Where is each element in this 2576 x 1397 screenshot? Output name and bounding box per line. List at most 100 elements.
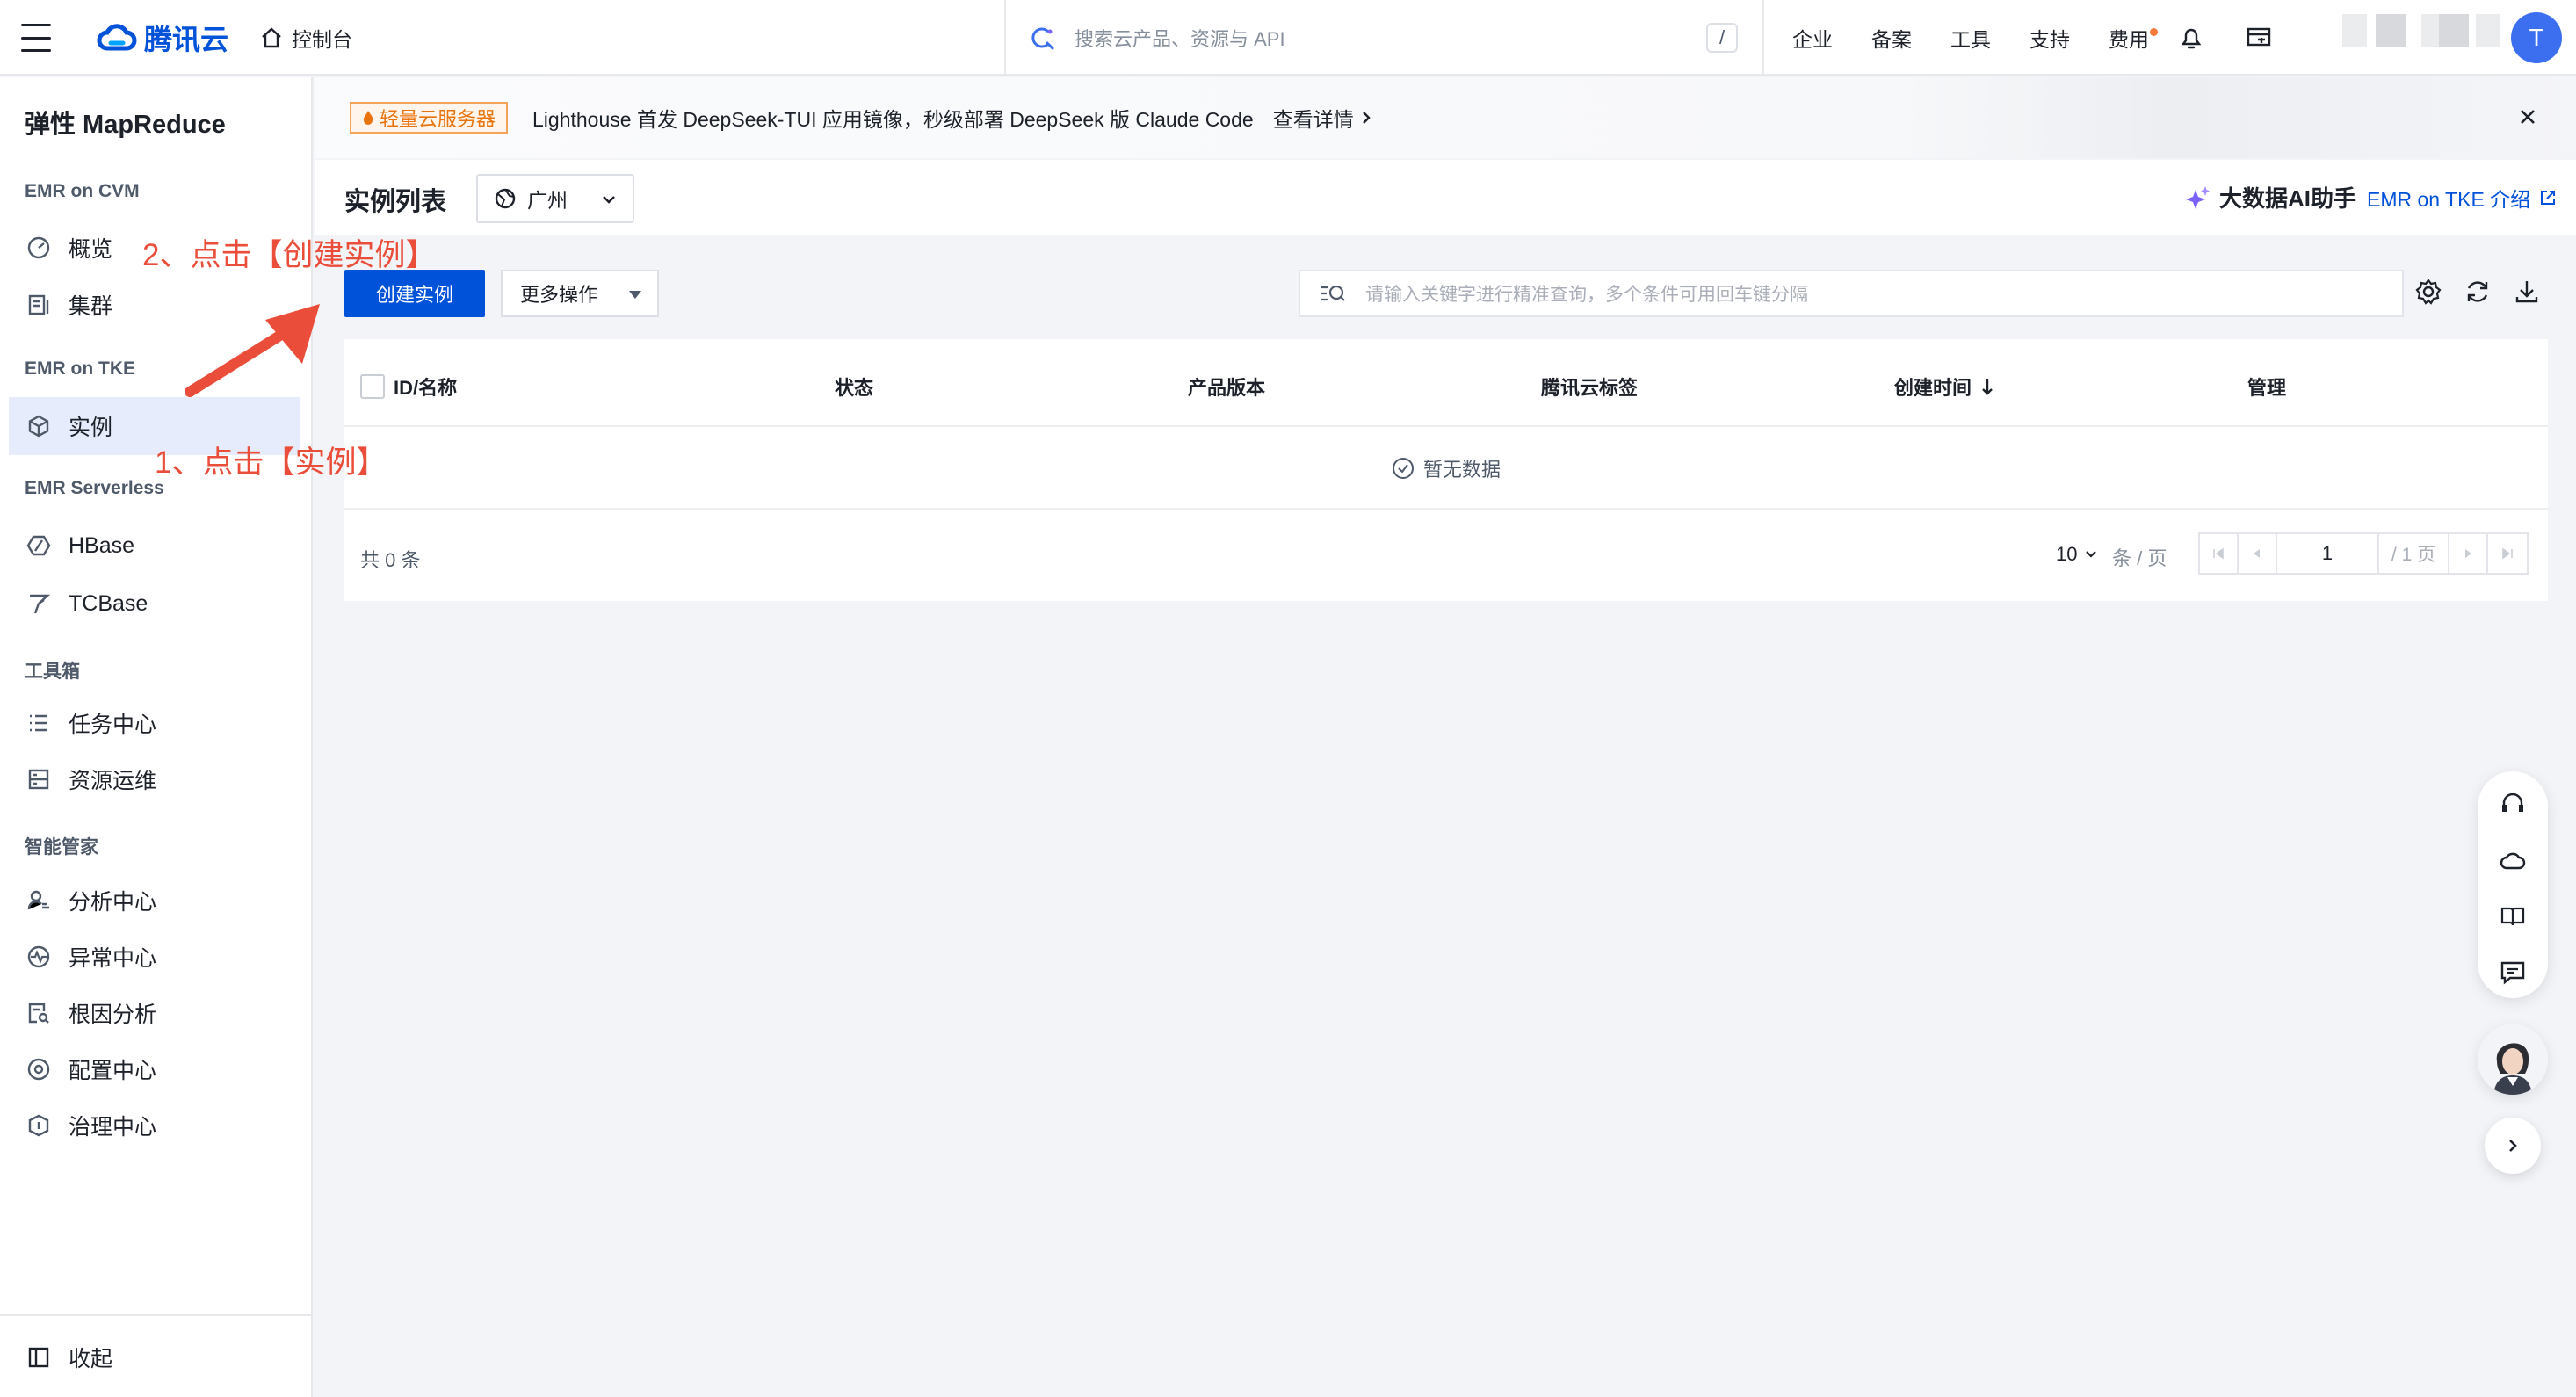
sidebar-item-label: 概览 [69,237,113,262]
promo-badge[interactable]: 轻量云服务器 [350,102,509,134]
sidebar-item-resource-ops[interactable]: 资源运维 [9,750,300,808]
select-all-checkbox[interactable] [360,374,385,399]
group-emr-serverless: EMR Serverless [25,478,164,498]
tke-intro-label: EMR on TKE 介绍 [2367,188,2531,211]
next-page-button[interactable] [2449,534,2488,573]
dashboard-icon [25,234,53,262]
server-icon [25,765,53,793]
sidebar-item-task-center[interactable]: 任务中心 [9,694,300,752]
expand-panel-button[interactable] [2485,1118,2541,1174]
check-circle-icon [1392,458,1414,479]
promo-details-link[interactable]: 查看详情 [1273,103,1371,133]
sidebar-item-hbase[interactable]: HBase [9,517,300,575]
sidebar-item-label: 任务中心 [69,713,157,737]
page-number-input[interactable]: 1 [2277,534,2379,573]
gear-icon[interactable] [2414,278,2442,306]
collapse-label: 收起 [69,1347,113,1372]
list-icon [25,709,53,737]
assistant-portrait-icon [2478,1024,2548,1095]
total-count: 共 0 条 [360,549,421,571]
page-size-select[interactable]: 10 [2056,543,2098,566]
ai-assistant-link[interactable]: 大数据AI助手 [2184,181,2356,214]
sidebar-item-governance[interactable]: 治理中心 [9,1097,300,1155]
last-page-icon [2502,547,2513,560]
top-nav-links: 企业 备案 工具 支持 费用 [1792,0,2158,76]
headset-icon[interactable] [2500,791,2526,817]
sidebar-toggle-icon [25,1343,53,1372]
nav-filing[interactable]: 备案 [1871,23,1912,53]
nav-support[interactable]: 支持 [2030,23,2070,53]
sidebar-item-label: 治理中心 [69,1115,157,1140]
more-actions-label: 更多操作 [520,284,598,306]
chevron-right-icon [1362,112,1371,124]
collapse-button[interactable]: 收起 [9,1328,300,1386]
last-page-button[interactable] [2488,534,2527,573]
instance-search-input[interactable]: 请输入关键字进行精准查询，多个条件可用回车键分隔 [1299,270,2404,317]
cart-icon[interactable] [2246,25,2272,50]
region-select[interactable]: 广州 [476,174,634,223]
billing-notice-dot [2150,28,2158,36]
book-icon[interactable] [2500,903,2526,930]
page-title: 实例列表 [344,188,447,216]
sparkle-icon [2186,185,2210,209]
sidebar-item-label: TCBase [69,590,148,616]
first-page-button[interactable] [2200,534,2239,573]
pagination: 1 / 1 页 [2198,532,2529,575]
search-placeholder: 请输入关键字进行精准查询，多个条件可用回车键分隔 [1365,285,1808,305]
page-size-value: 10 [2056,543,2078,565]
sidebar-item-analysis[interactable]: 分析中心 [9,872,300,930]
feedback-icon[interactable] [2500,959,2526,986]
close-icon[interactable] [2514,104,2541,130]
download-icon[interactable] [2513,278,2541,306]
column-created-time[interactable]: 创建时间 [1894,373,1994,401]
create-instance-button[interactable]: 创建实例 [344,270,485,317]
user-analysis-icon [25,887,53,915]
sort-descending-icon [1982,379,1993,395]
flame-icon [363,111,373,125]
account-info-redacted [2476,14,2500,47]
group-toolbox: 工具箱 [25,662,80,682]
sidebar-collapse: 收起 [0,1314,311,1397]
column-id-name: ID/名称 [360,373,457,401]
emr-on-tke-intro-link[interactable]: EMR on TKE 介绍 [2367,183,2557,213]
cube-icon [25,412,53,440]
tencent-cloud-logo[interactable]: 腾讯云 [97,18,228,58]
nav-tools[interactable]: 工具 [1950,23,1991,53]
caret-down-icon [629,291,641,299]
chevron-right-icon [2509,1140,2517,1152]
prev-page-button[interactable] [2239,534,2277,573]
home-icon [262,27,281,48]
more-actions-dropdown[interactable]: 更多操作 [501,270,659,317]
sidebar-item-tcbase[interactable]: TCBase [9,575,300,633]
sidebar-item-label: 分析中心 [69,890,157,915]
nav-enterprise[interactable]: 企业 [1792,23,1833,53]
total-pages: / 1 页 [2379,534,2449,573]
sidebar-item-anomaly[interactable]: 异常中心 [9,928,300,986]
refresh-icon[interactable] [2464,278,2492,306]
sidebar-item-config[interactable]: 配置中心 [9,1040,300,1098]
page-header: 实例列表 广州 大数据AI助手 EMR on TKE 介绍 [315,160,2576,235]
group-emr-on-cvm: EMR on CVM [25,181,140,201]
cloud-service-icon[interactable] [2500,847,2526,873]
hbase-icon [25,532,53,560]
brand-name: 腾讯云 [144,24,229,55]
sidebar-item-label: 集群 [69,294,113,319]
user-avatar[interactable]: T [2511,12,2562,63]
cloud-logo-icon [97,24,137,51]
promo-details-label: 查看详情 [1272,108,1354,131]
console-label: 控制台 [292,28,352,51]
global-search[interactable]: 搜索云产品、资源与 API / [1004,0,1764,76]
column-status: 状态 [835,377,874,399]
account-info-redacted [2376,14,2406,47]
bell-icon[interactable] [2179,25,2203,51]
console-link[interactable]: 控制台 [260,23,352,53]
search-shortcut-key: / [1706,23,1738,53]
instance-table: ID/名称 状态 产品版本 腾讯云标签 创建时间 管理 暂无数据 共 0 条 1… [344,339,2548,601]
annotation-step-2: 2、点击【创建实例】 [142,238,437,272]
nav-billing[interactable]: 费用 [2109,23,2158,53]
sidebar-item-label: 异常中心 [69,946,157,971]
menu-icon[interactable] [21,24,51,52]
external-link-icon [2541,191,2556,205]
sidebar-item-root-cause[interactable]: 根因分析 [9,984,300,1042]
ai-assistant-avatar[interactable] [2478,1024,2548,1095]
